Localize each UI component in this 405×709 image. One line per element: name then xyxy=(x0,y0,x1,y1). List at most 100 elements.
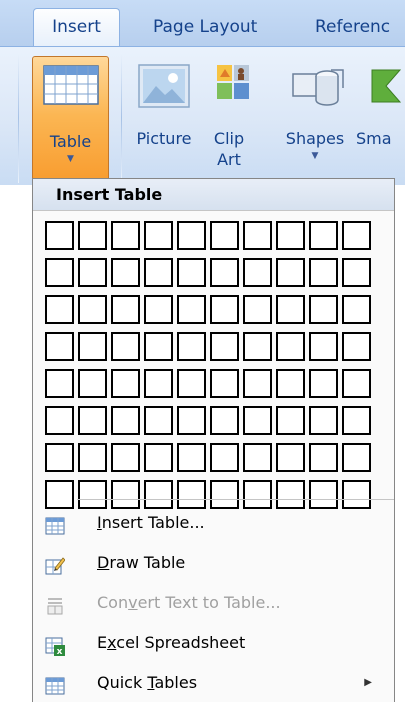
table-button[interactable]: Table ▼ xyxy=(32,56,109,188)
tab-references[interactable]: Referenc xyxy=(315,10,390,46)
table-grid-cell[interactable] xyxy=(342,369,371,398)
table-grid-cell[interactable] xyxy=(144,258,173,287)
table-grid-cell[interactable] xyxy=(276,369,305,398)
table-grid-cell[interactable] xyxy=(309,406,338,435)
table-grid-cell[interactable] xyxy=(276,443,305,472)
smartart-icon xyxy=(370,68,405,108)
table-grid-cell[interactable] xyxy=(111,258,140,287)
table-grid-cell[interactable] xyxy=(210,369,239,398)
table-grid-cell[interactable] xyxy=(45,258,74,287)
table-grid-cell[interactable] xyxy=(144,406,173,435)
table-grid-cell[interactable] xyxy=(111,221,140,250)
table-grid-cell[interactable] xyxy=(210,295,239,324)
table-grid-cell[interactable] xyxy=(243,369,272,398)
table-grid-cell[interactable] xyxy=(342,221,371,250)
menu-item-convert-text-to-table[interactable]: Convert Text to Table... xyxy=(33,585,394,621)
table-grid-cell[interactable] xyxy=(177,258,206,287)
table-grid-cell[interactable] xyxy=(78,443,107,472)
table-grid-cell[interactable] xyxy=(342,332,371,361)
table-grid-cell[interactable] xyxy=(144,295,173,324)
table-grid-cell[interactable] xyxy=(276,295,305,324)
table-grid-cell[interactable] xyxy=(111,332,140,361)
menu-item-quick-tables[interactable]: Quick Tables ▶ xyxy=(33,665,394,701)
table-grid-cell[interactable] xyxy=(342,406,371,435)
table-grid-cell[interactable] xyxy=(111,443,140,472)
table-grid-cell[interactable] xyxy=(177,295,206,324)
chevron-down-icon: ▼ xyxy=(67,154,74,164)
table-grid-cell[interactable] xyxy=(309,221,338,250)
table-grid-cell[interactable] xyxy=(78,369,107,398)
table-grid-cell[interactable] xyxy=(309,443,338,472)
chevron-down-icon: ▼ xyxy=(311,151,319,161)
table-grid-cell[interactable] xyxy=(243,332,272,361)
table-grid-cell[interactable] xyxy=(144,332,173,361)
table-grid-cell[interactable] xyxy=(45,295,74,324)
quick-tables-icon xyxy=(45,673,65,695)
table-grid-cell[interactable] xyxy=(309,258,338,287)
submenu-arrow-icon: ▶ xyxy=(364,677,372,688)
table-grid-cell[interactable] xyxy=(276,258,305,287)
table-grid-cell[interactable] xyxy=(144,369,173,398)
convert-text-icon xyxy=(45,593,65,615)
table-grid-cell[interactable] xyxy=(78,258,107,287)
table-grid-cell[interactable] xyxy=(309,369,338,398)
table-grid-cell[interactable] xyxy=(210,332,239,361)
table-grid-cell[interactable] xyxy=(177,369,206,398)
table-grid-cell[interactable] xyxy=(177,221,206,250)
table-grid-cell[interactable] xyxy=(342,258,371,287)
table-grid-cell[interactable] xyxy=(144,443,173,472)
menu-item-excel-spreadsheet[interactable]: x Excel Spreadsheet xyxy=(33,625,394,661)
tab-insert[interactable]: Insert xyxy=(33,8,120,47)
table-grid-cell[interactable] xyxy=(309,332,338,361)
shapes-label: Shapes ▼ xyxy=(283,128,347,163)
table-grid-cell[interactable] xyxy=(243,295,272,324)
menu-item-draw-table[interactable]: Draw Table xyxy=(33,545,394,581)
picture-button[interactable]: Picture xyxy=(130,58,198,168)
table-grid-cell[interactable] xyxy=(45,406,74,435)
table-grid-cell[interactable] xyxy=(210,443,239,472)
group-separator xyxy=(121,53,122,183)
table-grid-cell[interactable] xyxy=(144,221,173,250)
clip-art-button[interactable]: Clip Art xyxy=(208,58,250,169)
menu-item-label: Quick Tables xyxy=(97,673,198,692)
picture-icon xyxy=(138,64,190,112)
table-grid-cell[interactable] xyxy=(243,221,272,250)
table-grid-cell[interactable] xyxy=(342,443,371,472)
table-grid-cell[interactable] xyxy=(243,406,272,435)
table-grid-cell[interactable] xyxy=(210,258,239,287)
table-grid-cell[interactable] xyxy=(177,443,206,472)
menu-separator xyxy=(77,499,394,500)
table-size-grid[interactable] xyxy=(45,221,371,509)
table-grid-cell[interactable] xyxy=(309,295,338,324)
table-grid-cell[interactable] xyxy=(210,406,239,435)
menu-item-label: Convert Text to Table... xyxy=(97,593,281,612)
table-grid-cell[interactable] xyxy=(45,443,74,472)
table-grid-cell[interactable] xyxy=(45,221,74,250)
table-grid-cell[interactable] xyxy=(78,295,107,324)
table-grid-cell[interactable] xyxy=(111,295,140,324)
table-grid-cell[interactable] xyxy=(177,406,206,435)
table-grid-cell[interactable] xyxy=(276,221,305,250)
menu-item-insert-table[interactable]: Insert Table... xyxy=(33,505,394,541)
table-grid-cell[interactable] xyxy=(177,332,206,361)
table-grid-cell[interactable] xyxy=(111,406,140,435)
table-grid-cell[interactable] xyxy=(45,369,74,398)
table-grid-cell[interactable] xyxy=(276,406,305,435)
table-grid-cell[interactable] xyxy=(243,443,272,472)
draw-table-icon xyxy=(45,553,66,575)
table-grid-cell[interactable] xyxy=(210,221,239,250)
tab-page-layout[interactable]: Page Layout xyxy=(153,10,257,46)
table-grid-cell[interactable] xyxy=(276,332,305,361)
menu-item-label: Excel Spreadsheet xyxy=(97,633,246,652)
table-grid-cell[interactable] xyxy=(78,406,107,435)
table-grid-cell[interactable] xyxy=(243,258,272,287)
smartart-button[interactable]: Sma xyxy=(356,58,405,168)
table-grid-cell[interactable] xyxy=(111,369,140,398)
table-grid-cell[interactable] xyxy=(78,332,107,361)
table-grid-cell[interactable] xyxy=(342,295,371,324)
shapes-icon xyxy=(291,66,347,112)
group-separator xyxy=(18,53,19,183)
table-grid-cell[interactable] xyxy=(45,332,74,361)
table-grid-cell[interactable] xyxy=(78,221,107,250)
shapes-button[interactable]: Shapes ▼ xyxy=(283,58,355,168)
